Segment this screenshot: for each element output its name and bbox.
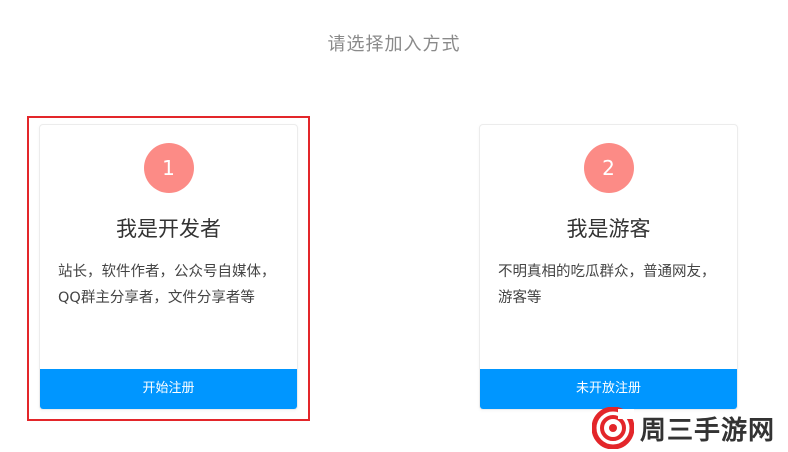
site-watermark: 周三手游网	[592, 405, 775, 451]
guest-card-title: 我是游客	[566, 217, 651, 241]
guest-card[interactable]: 2 我是游客 不明真相的吃瓜群众，普通网友，游客等 未开放注册	[479, 124, 738, 410]
guest-card-description: 不明真相的吃瓜群众，普通网友，游客等	[498, 264, 716, 306]
developer-card[interactable]: 1 我是开发者 站长，软件作者，公众号自媒体，QQ群主分享者，文件分享者等 开始…	[39, 124, 298, 410]
page-title: 请选择加入方式	[327, 34, 461, 55]
step-badge-1: 1	[143, 143, 194, 193]
developer-card-description: 站长，软件作者，公众号自媒体，QQ群主分享者，文件分享者等	[58, 264, 276, 306]
watermark-text: 周三手游网	[640, 415, 776, 446]
not-open-register-button[interactable]: 未开放注册	[480, 369, 737, 409]
watermark-logo-icon	[592, 407, 634, 449]
step-badge-2: 2	[583, 143, 634, 193]
start-register-button[interactable]: 开始注册	[40, 369, 297, 409]
developer-card-title: 我是开发者	[116, 217, 221, 241]
